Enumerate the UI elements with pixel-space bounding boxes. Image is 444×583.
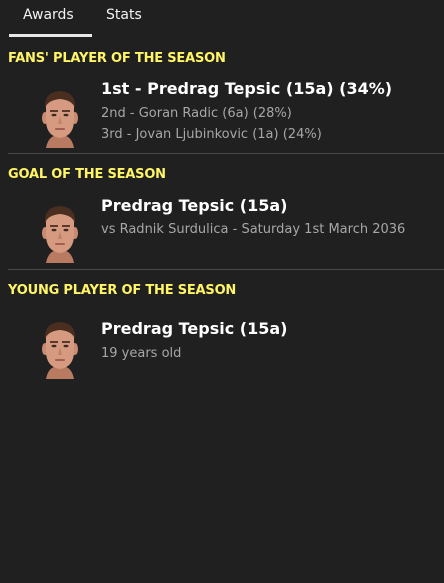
divider: [8, 269, 444, 270]
award-detail: vs Radnik Surdulica - Saturday 1st March…: [101, 222, 406, 237]
award-third-place[interactable]: 3rd - Jovan Ljubinkovic (1a) (24%): [101, 127, 322, 142]
player-face-icon[interactable]: [38, 319, 82, 379]
tab-bar: Awards Stats: [0, 0, 444, 40]
award-heading: YOUNG PLAYER OF THE SEASON: [8, 283, 237, 298]
award-runner-up[interactable]: 2nd - Goran Radic (6a) (28%): [101, 106, 292, 121]
tab-stats[interactable]: Stats: [106, 7, 142, 23]
award-heading: GOAL OF THE SEASON: [8, 167, 166, 182]
award-winner[interactable]: Predrag Tepsic (15a): [101, 196, 287, 215]
tab-awards[interactable]: Awards: [23, 7, 74, 23]
award-winner[interactable]: Predrag Tepsic (15a): [101, 319, 287, 338]
divider: [8, 153, 444, 154]
award-heading: FANS' PLAYER OF THE SEASON: [8, 51, 226, 66]
player-face-icon[interactable]: [38, 203, 82, 263]
award-detail: 19 years old: [101, 346, 182, 361]
award-winner[interactable]: 1st - Predrag Tepsic (15a) (34%): [101, 79, 392, 98]
active-tab-indicator: [9, 34, 92, 37]
player-face-icon[interactable]: [38, 88, 82, 148]
